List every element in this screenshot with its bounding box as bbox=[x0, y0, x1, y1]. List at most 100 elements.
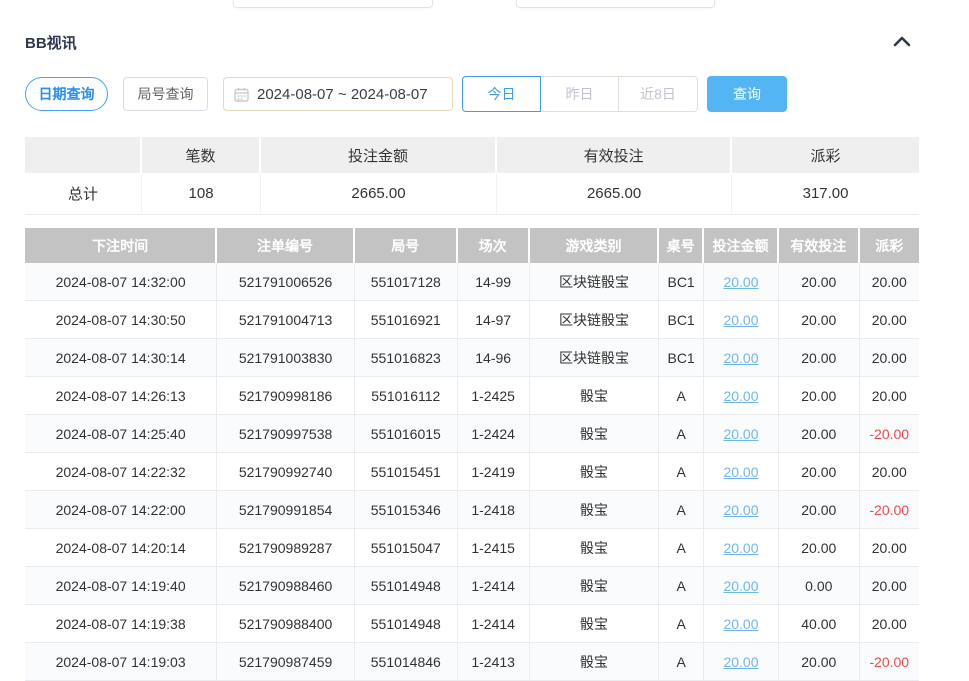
section-title: BB视讯 bbox=[25, 32, 77, 53]
cell-valid-bet: 20.00 bbox=[779, 339, 859, 377]
summary-header-valid-bet: 有效投注 bbox=[497, 137, 732, 173]
cell-game-type: 区块链骰宝 bbox=[530, 301, 660, 339]
cell-order-no: 521790997538 bbox=[217, 415, 355, 453]
bet-amount-link[interactable]: 20.00 bbox=[723, 274, 758, 290]
bet-amount-link[interactable]: 20.00 bbox=[723, 540, 758, 556]
cell-session: 1-2425 bbox=[458, 377, 530, 415]
cell-table-no: A bbox=[659, 567, 704, 605]
cell-game-type: 骰宝 bbox=[530, 415, 660, 453]
cell-payout: -20.00 bbox=[860, 643, 920, 681]
bet-amount-link[interactable]: 20.00 bbox=[723, 388, 758, 404]
cell-time: 2024-08-07 14:19:40 bbox=[25, 567, 217, 605]
today-button[interactable]: 今日 bbox=[462, 76, 541, 112]
col-header-game-type: 游戏类别 bbox=[530, 228, 660, 263]
partial-input-box-2[interactable] bbox=[516, 0, 715, 8]
cell-bet-amount: 20.00 bbox=[704, 453, 779, 491]
bet-amount-link[interactable]: 20.00 bbox=[723, 426, 758, 442]
search-button[interactable]: 查询 bbox=[707, 76, 787, 112]
cell-payout: -20.00 bbox=[860, 415, 920, 453]
cell-payout: 20.00 bbox=[860, 377, 920, 415]
records-header-row: 下注时间 注单编号 局号 场次 游戏类别 桌号 投注金额 有效投注 派彩 bbox=[25, 228, 919, 263]
cell-table-no: A bbox=[659, 529, 704, 567]
cell-session: 1-2419 bbox=[458, 453, 530, 491]
summary-header-count: 笔数 bbox=[142, 137, 261, 173]
col-header-session: 场次 bbox=[458, 228, 530, 263]
partial-input-box-1[interactable] bbox=[233, 0, 433, 8]
bet-amount-link[interactable]: 20.00 bbox=[723, 502, 758, 518]
cell-bet-amount: 20.00 bbox=[704, 567, 779, 605]
cell-valid-bet: 20.00 bbox=[779, 643, 859, 681]
cell-time: 2024-08-07 14:20:14 bbox=[25, 529, 217, 567]
cell-order-no: 521791003830 bbox=[217, 339, 355, 377]
cell-table-no: BC1 bbox=[659, 339, 704, 377]
cell-time: 2024-08-07 14:22:32 bbox=[25, 453, 217, 491]
table-row: 2024-08-07 14:30:50521791004713551016921… bbox=[25, 301, 919, 339]
round-query-tab[interactable]: 局号查询 bbox=[123, 77, 208, 111]
cell-bet-amount: 20.00 bbox=[704, 415, 779, 453]
cell-valid-bet: 20.00 bbox=[779, 529, 859, 567]
cell-bet-amount: 20.00 bbox=[704, 529, 779, 567]
bet-amount-link[interactable]: 20.00 bbox=[723, 578, 758, 594]
cell-order-no: 521791006526 bbox=[217, 263, 355, 301]
records-body: 2024-08-07 14:32:00521791006526551017128… bbox=[25, 263, 919, 681]
cell-round-no: 551014846 bbox=[355, 643, 458, 681]
quick-range-group: 今日 昨日 近8日 bbox=[462, 76, 698, 112]
cell-game-type: 区块链骰宝 bbox=[530, 263, 660, 301]
cell-round-no: 551015451 bbox=[355, 453, 458, 491]
col-header-order-no: 注单编号 bbox=[217, 228, 355, 263]
cell-table-no: A bbox=[659, 415, 704, 453]
cell-session: 1-2415 bbox=[458, 529, 530, 567]
cell-bet-amount: 20.00 bbox=[704, 263, 779, 301]
cell-round-no: 551015346 bbox=[355, 491, 458, 529]
cell-table-no: A bbox=[659, 453, 704, 491]
table-row: 2024-08-07 14:26:13521790998186551016112… bbox=[25, 377, 919, 415]
cell-game-type: 骰宝 bbox=[530, 529, 660, 567]
date-query-tab[interactable]: 日期查询 bbox=[25, 77, 108, 111]
cell-valid-bet: 20.00 bbox=[779, 377, 859, 415]
collapse-section-button[interactable] bbox=[893, 34, 911, 52]
cell-session: 1-2414 bbox=[458, 605, 530, 643]
table-row: 2024-08-07 14:20:14521790989287551015047… bbox=[25, 529, 919, 567]
table-row: 2024-08-07 14:19:40521790988460551014948… bbox=[25, 567, 919, 605]
cell-table-no: A bbox=[659, 605, 704, 643]
cell-order-no: 521790989287 bbox=[217, 529, 355, 567]
bet-amount-link[interactable]: 20.00 bbox=[723, 616, 758, 632]
cell-bet-amount: 20.00 bbox=[704, 643, 779, 681]
cell-order-no: 521790988460 bbox=[217, 567, 355, 605]
bet-amount-link[interactable]: 20.00 bbox=[723, 654, 758, 670]
cell-payout: 20.00 bbox=[860, 605, 920, 643]
cell-valid-bet: 20.00 bbox=[779, 415, 859, 453]
calendar-icon bbox=[234, 87, 249, 102]
cell-session: 14-96 bbox=[458, 339, 530, 377]
cell-time: 2024-08-07 14:30:50 bbox=[25, 301, 217, 339]
cell-round-no: 551016921 bbox=[355, 301, 458, 339]
cell-game-type: 骰宝 bbox=[530, 453, 660, 491]
cell-order-no: 521790991854 bbox=[217, 491, 355, 529]
cell-bet-amount: 20.00 bbox=[704, 339, 779, 377]
chevron-up-icon bbox=[893, 34, 911, 52]
col-header-time: 下注时间 bbox=[25, 228, 217, 263]
bet-amount-link[interactable]: 20.00 bbox=[723, 350, 758, 366]
date-range-value: 2024-08-07 ~ 2024-08-07 bbox=[257, 86, 428, 103]
cell-payout: 20.00 bbox=[860, 453, 920, 491]
cell-table-no: A bbox=[659, 377, 704, 415]
yesterday-button[interactable]: 昨日 bbox=[540, 76, 619, 112]
bet-amount-link[interactable]: 20.00 bbox=[723, 464, 758, 480]
table-row: 2024-08-07 14:19:38521790988400551014948… bbox=[25, 605, 919, 643]
cell-game-type: 区块链骰宝 bbox=[530, 339, 660, 377]
cell-table-no: BC1 bbox=[659, 301, 704, 339]
cell-order-no: 521790988400 bbox=[217, 605, 355, 643]
cell-payout: 20.00 bbox=[860, 263, 920, 301]
summary-total-row: 总计 108 2665.00 2665.00 317.00 bbox=[25, 173, 919, 215]
cell-order-no: 521790987459 bbox=[217, 643, 355, 681]
col-header-round-no: 局号 bbox=[355, 228, 458, 263]
table-row: 2024-08-07 14:22:00521790991854551015346… bbox=[25, 491, 919, 529]
table-row: 2024-08-07 14:22:32521790992740551015451… bbox=[25, 453, 919, 491]
summary-header-payout: 派彩 bbox=[732, 137, 919, 173]
bet-amount-link[interactable]: 20.00 bbox=[723, 312, 758, 328]
col-header-table-no: 桌号 bbox=[659, 228, 704, 263]
cell-session: 1-2414 bbox=[458, 567, 530, 605]
cell-valid-bet: 20.00 bbox=[779, 301, 859, 339]
last-8-days-button[interactable]: 近8日 bbox=[618, 76, 698, 112]
date-range-picker[interactable]: 2024-08-07 ~ 2024-08-07 bbox=[223, 77, 453, 111]
